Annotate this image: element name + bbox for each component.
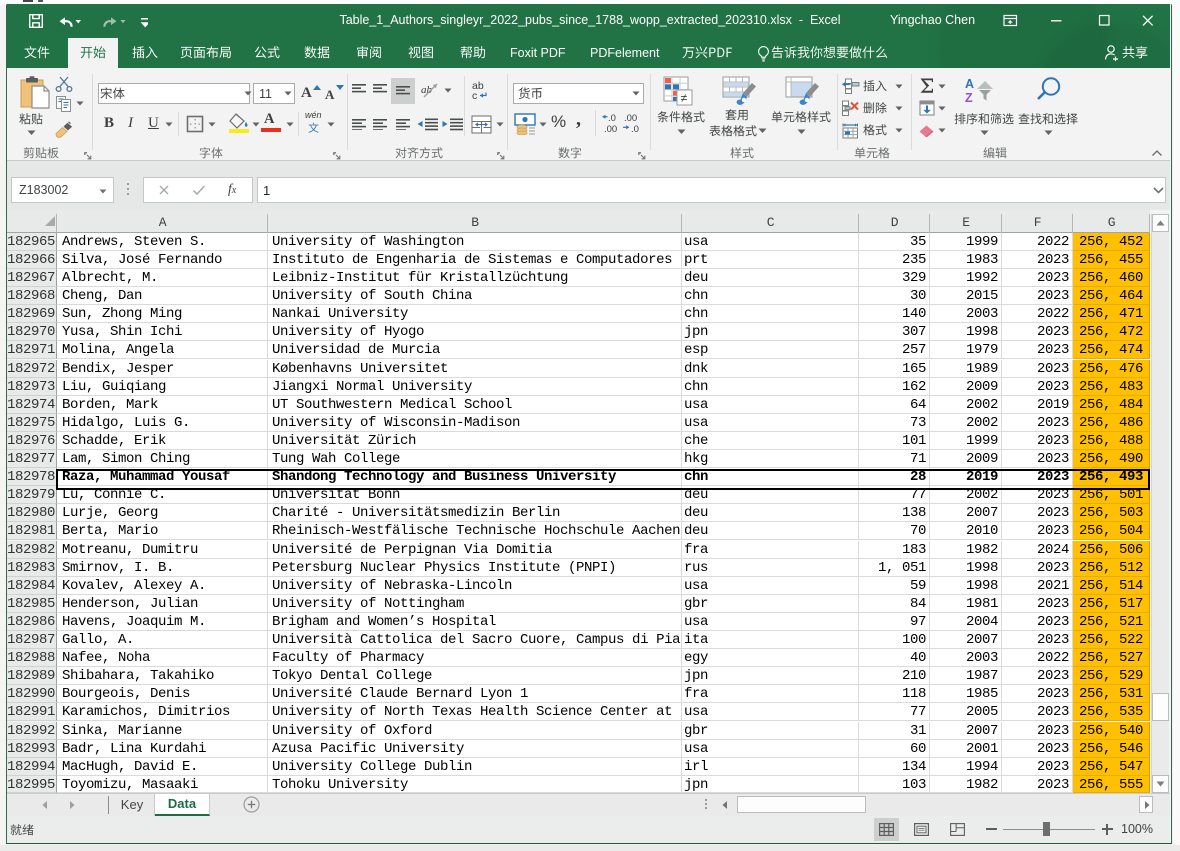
svg-text:.00: .00 xyxy=(604,124,617,134)
svg-text:A: A xyxy=(965,77,974,91)
svg-text:≠: ≠ xyxy=(681,91,688,105)
svg-text:.00: .00 xyxy=(624,113,637,124)
svg-text:Z: Z xyxy=(965,91,973,103)
svg-text:.0: .0 xyxy=(631,124,639,134)
svg-text:.0: .0 xyxy=(608,113,616,124)
svg-text:c: c xyxy=(472,90,477,101)
